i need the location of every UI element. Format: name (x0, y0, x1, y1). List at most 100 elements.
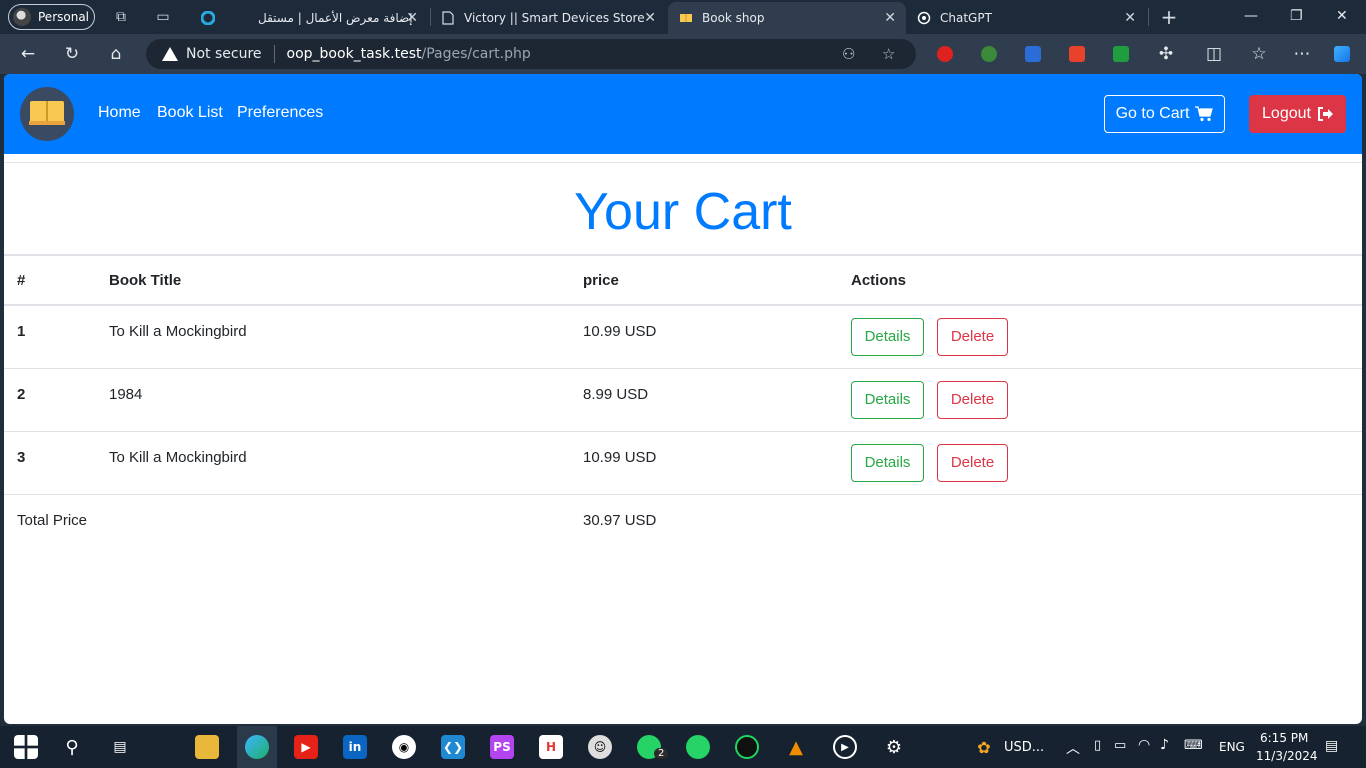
page-title: Your Cart (574, 183, 792, 241)
favorite-star-icon[interactable]: ☆ (882, 45, 895, 63)
new-tab-icon[interactable]: + (1160, 5, 1178, 29)
vscode-icon[interactable]: ❮❯ (441, 735, 465, 759)
adblock-extension-icon[interactable] (937, 46, 953, 62)
windows-taskbar: ⚲ ▤ ▶ in ◉ ❮❯ PS H ☺ 2 ▲ ▶ ⚙ ✿ USD... ︿ … (0, 726, 1366, 768)
workspaces-icon[interactable]: ⧉ (112, 8, 130, 26)
close-icon[interactable]: ✕ (884, 10, 896, 26)
usb-icon[interactable]: ▯ (1094, 738, 1101, 753)
linkedin-icon[interactable]: in (343, 735, 367, 759)
profile-button[interactable]: Personal (8, 4, 95, 30)
tab-divider (1148, 8, 1149, 26)
github-icon[interactable]: ◉ (392, 735, 416, 759)
weather-icon[interactable]: ✿ (972, 735, 996, 759)
phpstorm-icon[interactable]: PS (490, 735, 514, 759)
details-button[interactable]: Details (851, 380, 924, 419)
row-index: 2 (4, 368, 96, 432)
total-row: Total Price 30.97 USD (4, 494, 1362, 557)
edge-icon[interactable] (245, 735, 269, 759)
keyboard-icon[interactable]: ⌨ (1184, 738, 1203, 753)
media-player-icon[interactable]: ▶ (833, 735, 857, 759)
task-view-icon[interactable]: ▤ (108, 735, 132, 759)
profile-label: Personal (38, 10, 90, 24)
delete-button[interactable]: Delete (937, 443, 1008, 482)
clock-date[interactable]: 11/3/2024 (1256, 749, 1318, 763)
tab-actions-icon[interactable]: ▭ (154, 8, 172, 26)
tab-victory[interactable]: Victory || Smart Devices Store ✕ (430, 2, 666, 34)
col-actions: Actions (838, 254, 1362, 306)
volume-icon[interactable]: ♪ (1160, 737, 1169, 753)
hostinger-icon[interactable]: H (539, 735, 563, 759)
close-window-icon[interactable]: ✕ (1336, 8, 1348, 24)
tab-mostaql[interactable]: إضافة معرض الأعمال | مستقل ✕ (190, 2, 428, 34)
page-icon (440, 10, 456, 26)
sheets-extension-icon[interactable] (1113, 46, 1129, 62)
puppet-app-icon[interactable]: ☺ (588, 735, 612, 759)
row-actions: Details Delete (838, 368, 1362, 432)
cart-table: # Book Title price Actions 1 To Kill a M… (4, 254, 1362, 557)
book-base (29, 121, 65, 125)
tab-chatgpt[interactable]: ChatGPT ✕ (906, 2, 1146, 34)
details-button[interactable]: Details (851, 318, 924, 356)
nav-book-list[interactable]: Book List (157, 104, 223, 122)
wifi-icon[interactable]: ◠ (1138, 737, 1150, 753)
row-price: 8.99 USD (570, 368, 838, 432)
battery-icon[interactable]: ▭ (1114, 738, 1126, 753)
delete-button[interactable]: Delete (937, 318, 1008, 356)
settings-icon[interactable]: ⚙ (882, 735, 906, 759)
security-label[interactable]: Not secure (186, 46, 262, 62)
weather-text[interactable]: USD... (1004, 740, 1044, 755)
split-screen-icon[interactable]: ◫ (1204, 44, 1224, 64)
more-options-icon[interactable]: ⋯ (1292, 44, 1312, 64)
close-icon[interactable]: ✕ (1124, 10, 1136, 26)
total-label: Total Price (17, 511, 88, 529)
shield-extension-icon[interactable] (1069, 46, 1085, 62)
whatsapp-icon[interactable] (686, 735, 710, 759)
clock-time[interactable]: 6:15 PM (1260, 731, 1308, 745)
address-bar[interactable]: Not secure oop_book_task.test/Pages/cart… (146, 39, 916, 69)
table-header-row: # Book Title price Actions (4, 254, 1362, 306)
logout-button[interactable]: Logout (1249, 95, 1346, 133)
close-icon[interactable]: ✕ (406, 10, 418, 26)
details-button[interactable]: Details (851, 443, 924, 482)
extensions-icon[interactable]: ✣ (1156, 44, 1176, 64)
favorites-icon[interactable]: ☆ (1249, 44, 1269, 64)
row-price: 10.99 USD (570, 305, 838, 369)
language-indicator[interactable]: ENG (1219, 740, 1245, 754)
restore-icon[interactable]: ❐ (1290, 8, 1303, 24)
go-to-cart-button[interactable]: Go to Cart (1104, 95, 1225, 133)
logout-button-label: Logout (1262, 105, 1311, 122)
chevron-up-icon[interactable]: ︿ (1066, 738, 1080, 758)
row-actions: Details Delete (838, 431, 1362, 495)
nav-home[interactable]: Home (98, 104, 141, 122)
table-row: 1 To Kill a Mockingbird 10.99 USD Detail… (4, 305, 1362, 369)
profile-sync-icon[interactable]: ⚇ (842, 45, 855, 63)
home-icon[interactable]: ⌂ (106, 44, 126, 64)
file-explorer-icon[interactable] (195, 735, 219, 759)
copilot-icon[interactable] (1334, 46, 1350, 62)
nav-preferences[interactable]: Preferences (237, 104, 323, 122)
youtube-icon[interactable]: ▶ (294, 735, 318, 759)
notifications-icon[interactable]: ▤ (1325, 738, 1338, 754)
row-price: 10.99 USD (570, 431, 838, 495)
row-actions: Details Delete (838, 305, 1362, 369)
upwork-icon[interactable] (735, 735, 759, 759)
windows-start-icon[interactable] (14, 735, 38, 759)
tab-book-shop[interactable]: Book shop ✕ (668, 2, 906, 34)
row-title: To Kill a Mockingbird (96, 305, 570, 369)
refresh-icon[interactable]: ↻ (62, 44, 82, 64)
col-index: # (4, 254, 96, 306)
minimize-icon[interactable]: — (1244, 8, 1258, 24)
site-logo[interactable] (20, 87, 74, 141)
delete-button[interactable]: Delete (937, 380, 1008, 419)
close-icon[interactable]: ✕ (644, 10, 656, 26)
cart-button-label: Go to Cart (1115, 105, 1190, 122)
page-viewport: Home Book List Preferences Go to Cart Lo… (4, 74, 1362, 724)
search-icon[interactable]: ⚲ (60, 735, 84, 759)
row-title: To Kill a Mockingbird (96, 431, 570, 495)
vpn-extension-icon[interactable] (981, 46, 997, 62)
divider (4, 162, 1362, 163)
chatgpt-icon (916, 10, 932, 26)
vlc-icon[interactable]: ▲ (784, 735, 808, 759)
back-icon[interactable]: ← (18, 44, 38, 64)
search-extension-icon[interactable] (1025, 46, 1041, 62)
